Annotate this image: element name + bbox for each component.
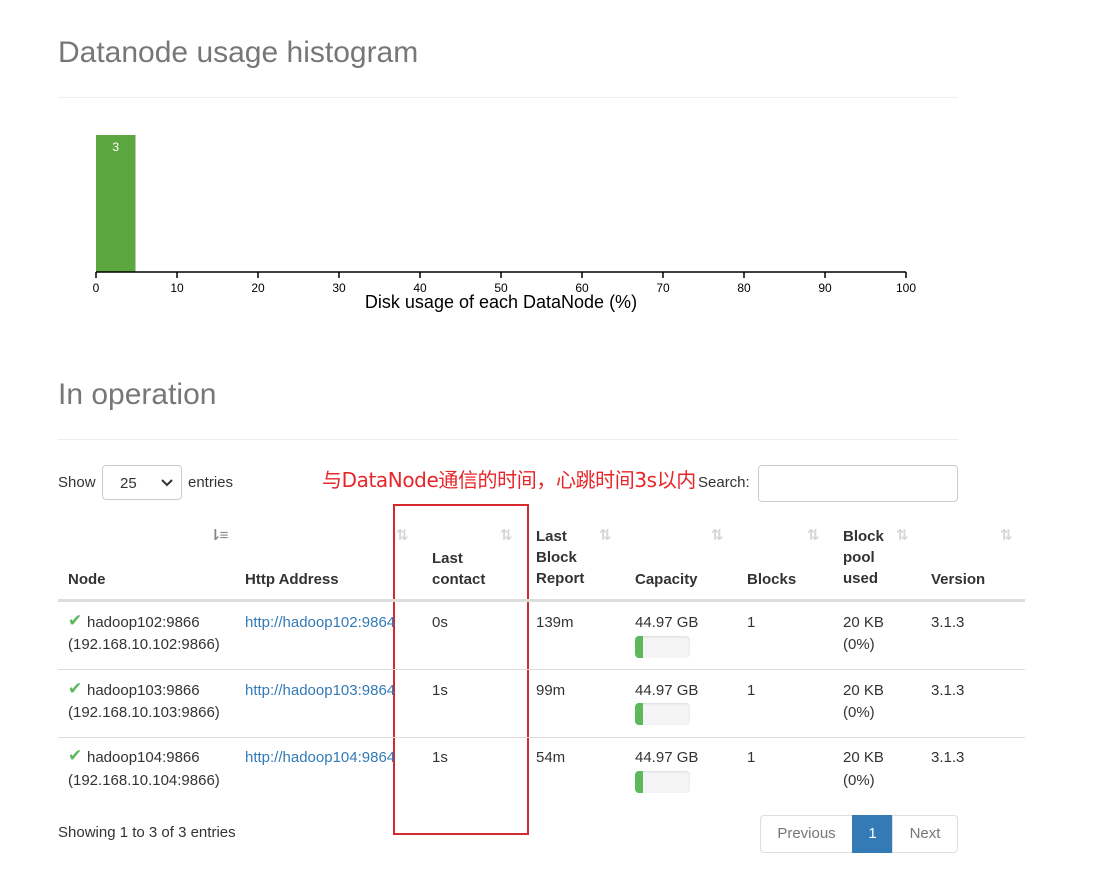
previous-page-button[interactable]: Previous — [760, 815, 853, 853]
sort-asc-icon[interactable]: ⇂≡ — [209, 526, 228, 544]
last-block-report: 54m — [536, 749, 566, 766]
capacity-usage-bar — [635, 636, 690, 658]
histogram-tick-label: 30 — [332, 281, 346, 295]
sort-icon[interactable]: ⇅ — [896, 526, 909, 544]
header-last-block-report[interactable]: Last Block Report — [536, 526, 584, 589]
header-block-pool-used[interactable]: Block pool used — [843, 526, 884, 589]
version: 3.1.3 — [931, 614, 965, 631]
row-divider — [58, 669, 1025, 670]
operation-title: In operation — [58, 378, 217, 411]
block-pool-used: 20 KB — [843, 682, 884, 699]
header-blocks[interactable]: Blocks — [747, 569, 796, 590]
http-address-link[interactable]: http://hadoop103:9864 — [245, 682, 395, 699]
entries-label: entries — [188, 474, 234, 491]
histogram-tick-label: 90 — [818, 281, 832, 295]
capacity: 44.97 GB — [635, 749, 699, 766]
http-address-link[interactable]: http://hadoop104:9864 — [245, 749, 395, 766]
header-last-contact[interactable]: Last contact — [432, 548, 485, 590]
header-node[interactable]: Node — [68, 569, 106, 590]
page-length-value: 25 — [120, 475, 137, 492]
check-icon: ✔ — [68, 746, 83, 765]
node-ip: (192.168.10.103:9866) — [68, 704, 220, 721]
node-name: hadoop102:9866 — [87, 614, 200, 631]
header-http-address[interactable]: Http Address — [245, 569, 339, 590]
capacity: 44.97 GB — [635, 614, 699, 631]
version: 3.1.3 — [931, 749, 965, 766]
usage-histogram-chart: 3 0 10 20 30 40 50 60 70 80 90 100 Disk usage of e… — [93, 135, 916, 312]
header-version[interactable]: Version — [931, 569, 985, 590]
page-1-button[interactable]: 1 — [852, 815, 893, 853]
header-last-block-line2: Block — [536, 549, 577, 566]
block-pool-used: 20 KB — [843, 614, 884, 631]
last-contact: 1s — [432, 749, 448, 766]
histogram-bar-label: 3 — [112, 140, 119, 154]
header-last-contact-line2: contact — [432, 571, 486, 588]
node-name: hadoop103:9866 — [87, 682, 200, 699]
header-last-block-line1: Last — [536, 528, 567, 545]
table-info: Showing 1 to 3 of 3 entries — [58, 824, 236, 841]
row-divider — [58, 737, 1025, 738]
block-pool-percent: (0%) — [843, 772, 875, 789]
capacity: 44.97 GB — [635, 682, 699, 699]
capacity-usage-bar — [635, 703, 690, 725]
page-length-select[interactable]: 25 — [102, 465, 182, 500]
histogram-bar — [96, 135, 136, 272]
last-contact: 0s — [432, 614, 448, 631]
last-contact: 1s — [432, 682, 448, 699]
last-block-report: 99m — [536, 682, 566, 699]
sort-icon[interactable]: ⇅ — [1000, 526, 1013, 544]
capacity-usage-bar — [635, 771, 690, 793]
header-last-contact-line1: Last — [432, 550, 463, 567]
node-name: hadoop104:9866 — [87, 749, 200, 766]
annotation-note: 与DataNode通信的时间，心跳时间3s以内 — [322, 468, 696, 492]
header-pool-line1: Block — [843, 528, 884, 545]
block-pool-percent: (0%) — [843, 704, 875, 721]
histogram-tick-label: 70 — [656, 281, 670, 295]
blocks: 1 — [747, 682, 756, 699]
node-ip: (192.168.10.104:9866) — [68, 772, 220, 789]
header-pool-line3: used — [843, 570, 879, 587]
sort-icon[interactable]: ⇅ — [599, 526, 612, 544]
chevron-down-icon — [161, 479, 173, 487]
sort-icon[interactable]: ⇅ — [711, 526, 724, 544]
search-label: Search: — [698, 474, 750, 491]
header-capacity[interactable]: Capacity — [635, 569, 698, 590]
histogram-x-axis-label: Disk usage of each DataNode (%) — [365, 292, 637, 312]
block-pool-percent: (0%) — [843, 636, 875, 653]
check-icon: ✔ — [68, 679, 83, 698]
last-block-report: 139m — [536, 614, 574, 631]
block-pool-used: 20 KB — [843, 749, 884, 766]
http-address-link[interactable]: http://hadoop102:9864 — [245, 614, 395, 631]
histogram-tick-label: 20 — [251, 281, 265, 295]
search-input[interactable] — [758, 465, 958, 502]
sort-icon[interactable]: ⇅ — [500, 526, 513, 544]
next-page-button[interactable]: Next — [892, 815, 958, 853]
check-icon: ✔ — [68, 611, 83, 630]
version: 3.1.3 — [931, 682, 965, 699]
node-ip: (192.168.10.102:9866) — [68, 636, 220, 653]
histogram-tick-label: 10 — [170, 281, 184, 295]
sort-icon[interactable]: ⇅ — [396, 526, 409, 544]
header-last-block-line3: Report — [536, 570, 585, 587]
blocks: 1 — [747, 614, 756, 631]
blocks: 1 — [747, 749, 756, 766]
operation-divider — [58, 439, 958, 440]
show-label: Show — [58, 474, 96, 491]
histogram-tick-label: 0 — [93, 281, 100, 295]
table-header-divider — [58, 599, 1025, 602]
sort-icon[interactable]: ⇅ — [807, 526, 820, 544]
histogram-tick-label: 80 — [737, 281, 751, 295]
header-pool-line2: pool — [843, 549, 875, 566]
histogram-tick-label: 100 — [896, 281, 916, 295]
